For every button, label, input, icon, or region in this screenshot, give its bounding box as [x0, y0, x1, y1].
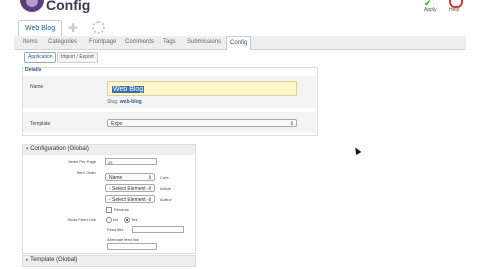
subnav-comments[interactable]: Comments: [122, 37, 157, 48]
subnav-tags[interactable]: Tags: [160, 37, 179, 48]
slug-label: Slug:: [107, 99, 119, 105]
subnav-config[interactable]: Config: [226, 36, 252, 50]
show-feed-label: Show Feed Link: [67, 217, 96, 222]
feed-yes-label: Yes: [131, 217, 138, 222]
add-application-icon[interactable]: ✚: [68, 22, 78, 34]
template-panel-title-text: Template (Global): [30, 257, 78, 263]
reverse-label: Reverse: [114, 207, 129, 212]
items-per-page-label: Items Per Page: [68, 159, 96, 164]
template-select[interactable]: Expo ⇕: [107, 119, 297, 127]
order-3-value: - Select Element -: [109, 197, 149, 203]
name-label: Name: [30, 84, 44, 90]
collapse-arrow-icon: ▾: [26, 146, 29, 152]
template-label: Template: [30, 121, 51, 127]
order-1-suffix: Core: [160, 175, 169, 180]
tab-import-export[interactable]: Import / Export: [57, 52, 98, 63]
template-panel-title: ▸ Template (Global): [26, 257, 77, 263]
subnav-frontpage[interactable]: Frontpage: [86, 37, 119, 48]
page-title: Config: [46, 0, 91, 13]
subnav-categories[interactable]: Categories: [45, 37, 80, 48]
checkmark-icon[interactable]: ✔: [424, 0, 434, 8]
updown-arrows-icon: ⇕: [147, 186, 152, 192]
feed-no-label: No: [113, 217, 119, 222]
expand-arrow-icon: ▸: [26, 257, 29, 263]
feed-yes-radio[interactable]: [124, 217, 130, 223]
reverse-checkbox[interactable]: [106, 207, 112, 213]
item-order-label: Item Order: [76, 170, 96, 175]
order-select-3[interactable]: - Select Element - ⇕: [105, 195, 155, 203]
order-select-1[interactable]: Name ⇕: [105, 173, 155, 181]
updown-arrows-icon: ⇕: [147, 197, 152, 203]
order-3-suffix: Author: [160, 197, 172, 202]
order-2-value: - Select Element -: [109, 186, 149, 192]
feed-title-label: Feed title: [107, 227, 124, 232]
application-tabs-bar: [14, 18, 466, 37]
order-select-2[interactable]: - Select Element - ⇕: [105, 184, 155, 192]
feed-title-input[interactable]: [132, 226, 184, 233]
subnav-submissions[interactable]: Submissions: [184, 37, 224, 48]
updown-arrows-icon: ⇕: [147, 175, 152, 181]
alt-feed-label: Alternate feed link: [107, 237, 140, 242]
items-per-page-input[interactable]: 25: [105, 158, 157, 165]
tab-web-blog[interactable]: Web Blog: [18, 20, 63, 37]
updown-arrows-icon: ⇕: [289, 121, 294, 127]
help-button[interactable]: Help: [449, 7, 459, 13]
alt-feed-input[interactable]: [107, 243, 157, 250]
name-input[interactable]: Web Blog: [107, 81, 297, 96]
config-title-text: Configuration (Global): [30, 146, 89, 152]
order-1-value: Name: [109, 175, 123, 181]
feed-no-radio[interactable]: [106, 217, 112, 223]
template-value: Expo: [111, 121, 123, 127]
gear-icon[interactable]: [92, 21, 105, 34]
subnav-items[interactable]: Items: [20, 37, 41, 48]
slug-value[interactable]: web-blog: [120, 99, 142, 105]
details-title: Details: [25, 67, 42, 73]
apply-button[interactable]: Apply: [424, 7, 437, 13]
order-2-suffix: Article: [160, 186, 172, 191]
tab-application[interactable]: Application: [24, 52, 57, 63]
config-title: ▾ Configuration (Global): [26, 146, 89, 152]
mouse-cursor-icon: [352, 145, 362, 156]
name-value: Web Blog: [112, 86, 145, 93]
slug-line: Slug: web-blog: [107, 99, 142, 105]
